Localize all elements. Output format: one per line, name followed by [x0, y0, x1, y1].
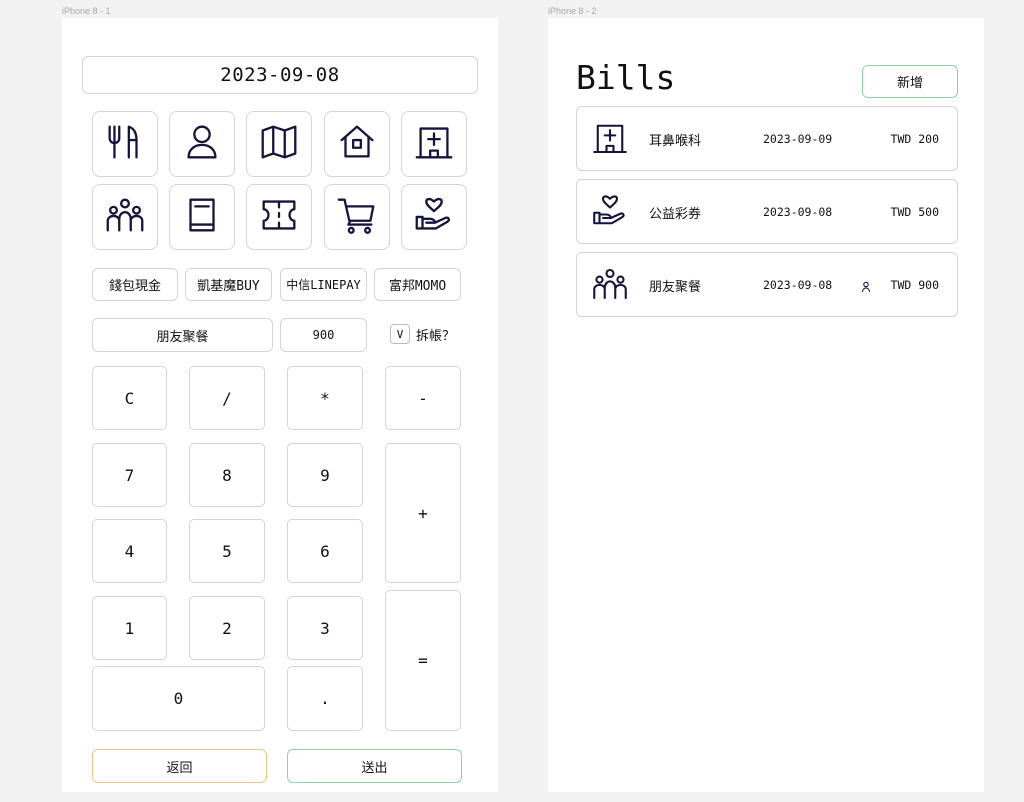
- key-multiply[interactable]: *: [287, 366, 363, 430]
- send-button[interactable]: 送出: [287, 749, 462, 783]
- category-home[interactable]: [324, 111, 390, 177]
- note-field[interactable]: 朋友聚餐: [92, 318, 273, 352]
- hospital-icon: [589, 117, 631, 159]
- key-equals[interactable]: =: [385, 590, 461, 731]
- key-5[interactable]: 5: [189, 519, 265, 583]
- split-person-icon: [861, 278, 871, 293]
- group-icon: [589, 263, 631, 305]
- category-personal[interactable]: [169, 111, 235, 177]
- charity-icon: [589, 190, 631, 232]
- frame-label-left: iPhone 8 - 1: [62, 6, 111, 16]
- key-6[interactable]: 6: [287, 519, 363, 583]
- hospital-icon: [411, 119, 457, 169]
- key-7[interactable]: 7: [92, 443, 167, 507]
- bill-amount: TWD 200: [890, 132, 939, 146]
- account-kgi[interactable]: 凱基魔BUY: [185, 268, 272, 301]
- map-icon: [256, 119, 302, 169]
- category-travel[interactable]: [246, 111, 312, 177]
- key-plus[interactable]: +: [385, 443, 461, 583]
- key-4[interactable]: 4: [92, 519, 167, 583]
- key-divide[interactable]: /: [189, 366, 265, 430]
- key-dot[interactable]: .: [287, 666, 363, 731]
- category-entertainment[interactable]: [246, 184, 312, 250]
- group-icon: [102, 192, 148, 242]
- bill-date: 2023-09-08: [763, 278, 833, 292]
- category-medical[interactable]: [401, 111, 467, 177]
- category-education[interactable]: [169, 184, 235, 250]
- bill-row[interactable]: 公益彩券 2023-09-08 TWD 500: [576, 179, 958, 244]
- bills-screen: Bills 新增 耳鼻喉科 2023-09-09 TWD 200 公益彩券 20…: [548, 18, 984, 792]
- book-icon: [179, 192, 225, 242]
- date-field[interactable]: 2023-09-08: [82, 56, 478, 94]
- bill-date: 2023-09-09: [763, 132, 833, 146]
- key-0[interactable]: 0: [92, 666, 265, 731]
- bill-name: 耳鼻喉科: [649, 134, 702, 149]
- person-icon: [179, 119, 225, 169]
- bill-name: 公益彩券: [649, 207, 702, 222]
- charity-icon: [411, 192, 457, 242]
- bill-row[interactable]: 朋友聚餐 2023-09-08 TWD 900: [576, 252, 958, 317]
- amount-field[interactable]: 900: [280, 318, 367, 352]
- bill-date: 2023-09-08: [763, 205, 833, 219]
- bill-amount: TWD 500: [890, 205, 939, 219]
- account-cash[interactable]: 錢包現金: [92, 268, 178, 301]
- ticket-icon: [256, 192, 302, 242]
- key-minus[interactable]: -: [385, 366, 461, 430]
- category-charity[interactable]: [401, 184, 467, 250]
- cart-icon: [334, 192, 380, 242]
- split-label: 拆帳？: [416, 329, 456, 344]
- bill-name: 朋友聚餐: [649, 280, 702, 295]
- frame-label-right: iPhone 8 - 2: [548, 6, 597, 16]
- add-button[interactable]: 新增: [862, 65, 958, 98]
- account-momo[interactable]: 富邦MOMO: [374, 268, 461, 301]
- key-2[interactable]: 2: [189, 596, 265, 660]
- page-title: Bills: [576, 58, 676, 97]
- key-3[interactable]: 3: [287, 596, 363, 660]
- key-1[interactable]: 1: [92, 596, 167, 660]
- entry-screen: 2023-09-08 錢包現金 凱基魔BUY 中信LINEPAY 富邦MOMO …: [62, 18, 498, 792]
- bill-amount: TWD 900: [890, 278, 939, 292]
- category-social[interactable]: [92, 184, 158, 250]
- account-linepay[interactable]: 中信LINEPAY: [280, 268, 367, 301]
- key-9[interactable]: 9: [287, 443, 363, 507]
- utensils-icon: [102, 119, 148, 169]
- category-food[interactable]: [92, 111, 158, 177]
- home-icon: [334, 119, 380, 169]
- split-checkbox[interactable]: V: [390, 324, 410, 344]
- category-shopping[interactable]: [324, 184, 390, 250]
- back-button[interactable]: 返回: [92, 749, 267, 783]
- bill-row[interactable]: 耳鼻喉科 2023-09-09 TWD 200: [576, 106, 958, 171]
- key-clear[interactable]: C: [92, 366, 167, 430]
- key-8[interactable]: 8: [189, 443, 265, 507]
